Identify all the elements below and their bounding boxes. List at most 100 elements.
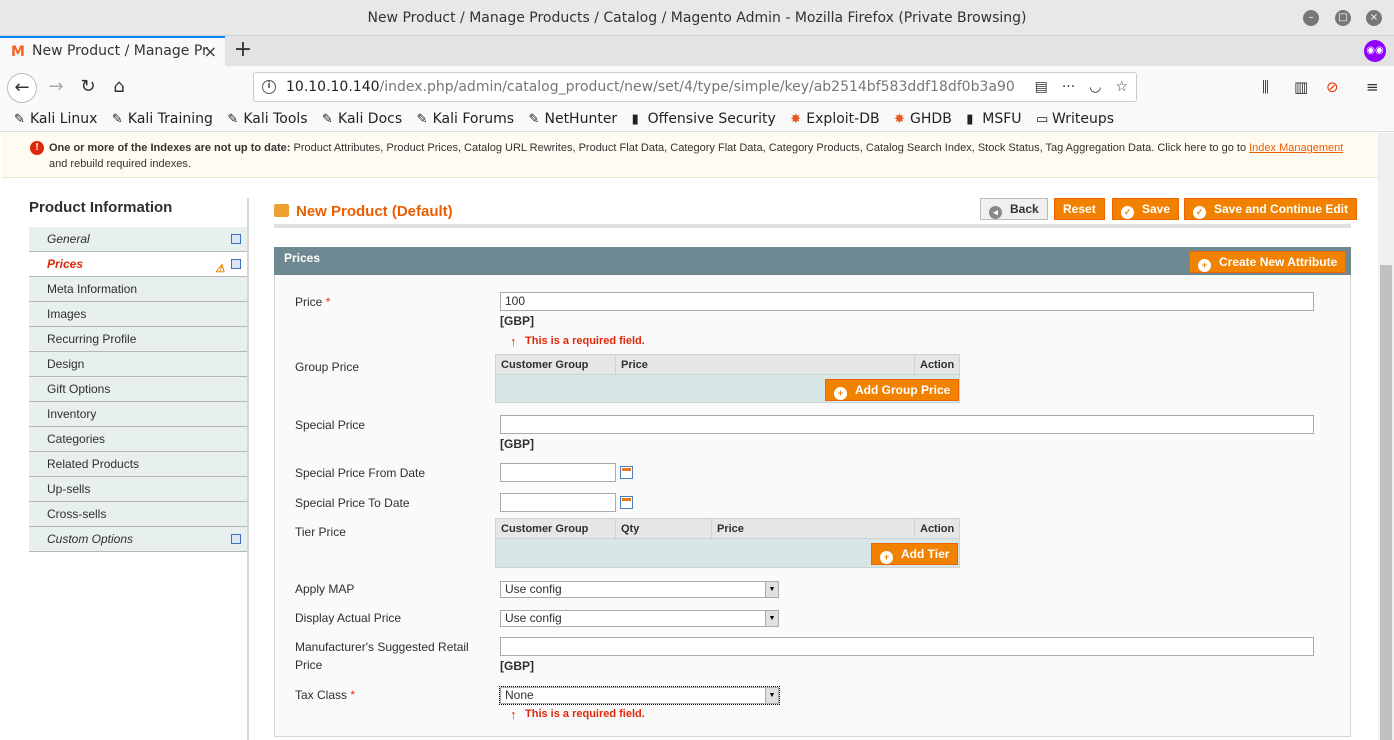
bookmark-kali-forums[interactable]: ✎ Kali Forums <box>417 108 514 131</box>
scrollbar-thumb[interactable] <box>1380 265 1392 740</box>
sidebar-item-inventory[interactable]: Inventory <box>29 402 249 427</box>
extension-icon[interactable]: ⊘ <box>1326 78 1339 96</box>
maximize-icon[interactable]: □ <box>1335 10 1351 26</box>
bookmark-exploit-db[interactable]: ✸ Exploit-DB <box>790 108 879 131</box>
bookmark-msfu[interactable]: ▮ MSFU <box>966 108 1021 131</box>
close-window-icon[interactable]: × <box>1366 10 1382 26</box>
sidebar-item-up-sells[interactable]: Up-sells <box>29 477 249 502</box>
back-button[interactable]: ◂ Back <box>980 198 1048 220</box>
bookmark-kali-training[interactable]: ✎ Kali Training <box>112 108 213 131</box>
kali-dragon-icon: ✎ <box>322 112 333 127</box>
sidebar-item-categories[interactable]: Categories <box>29 427 249 452</box>
browser-tab[interactable]: M New Product / Manage Pr × <box>0 36 225 66</box>
index-notice: ! One or more of the Indexes are not up … <box>2 133 1378 178</box>
msrp-input[interactable] <box>500 637 1314 656</box>
back-icon[interactable]: ← <box>7 73 37 103</box>
tier-price-label: Tier Price <box>295 525 346 539</box>
url-host: 10.10.10.140 <box>286 79 380 95</box>
msrp-label: Manufacturer's Suggested Retail Price <box>295 640 469 672</box>
bookmark-kali-tools[interactable]: ✎ Kali Tools <box>227 108 307 131</box>
error-icon: ! <box>30 141 44 155</box>
url-bar[interactable]: i 10.10.10.140/index.php/admin/catalog_p… <box>253 72 1137 102</box>
tax-class-select[interactable]: None ▼ <box>499 686 780 705</box>
special-to-label: Special Price To Date <box>295 496 410 510</box>
bookmark-ghdb[interactable]: ✸ GHDB <box>894 108 952 131</box>
tax-class-label: Tax Class * <box>295 688 356 702</box>
changed-icon <box>231 234 241 244</box>
sidebar-item-related-products[interactable]: Related Products <box>29 452 249 477</box>
reset-button[interactable]: Reset <box>1054 198 1105 220</box>
url-path: /index.php/admin/catalog_product/new/set… <box>379 79 1024 95</box>
create-attribute-button[interactable]: + Create New Attribute <box>1189 251 1347 273</box>
sidebar-item-design[interactable]: Design <box>29 352 249 377</box>
price-input[interactable]: 100 <box>500 292 1314 311</box>
changed-icon <box>231 534 241 544</box>
bookmark-star-icon[interactable]: ☆ <box>1115 79 1128 95</box>
bookmark-writeups[interactable]: ▭ Writeups <box>1036 108 1114 131</box>
sidebar-title: Product Information <box>29 199 173 216</box>
product-box-icon <box>274 204 289 217</box>
apply-map-select[interactable]: Use config ▼ <box>500 581 779 598</box>
forward-icon[interactable]: → <box>41 73 71 103</box>
sidebar-item-cross-sells[interactable]: Cross-sells <box>29 502 249 527</box>
kali-dragon-icon: ✎ <box>111 112 123 127</box>
arrow-up-icon: ↑ <box>510 707 517 722</box>
add-icon: + <box>880 551 893 564</box>
kali-dragon-icon: ✎ <box>14 112 25 127</box>
kali-dragon-icon: ✎ <box>528 112 540 127</box>
bookmark-offensive-security[interactable]: ▮ Offensive Security <box>632 108 776 131</box>
ghdb-icon: ✸ <box>894 112 905 127</box>
private-browsing-icon: ◉◉ <box>1364 40 1386 62</box>
special-from-input[interactable] <box>500 463 616 482</box>
group-price-label: Group Price <box>295 360 360 374</box>
minimize-icon[interactable]: – <box>1303 10 1319 26</box>
display-actual-price-select[interactable]: Use config ▼ <box>500 610 779 627</box>
changed-icon <box>231 259 241 269</box>
arrow-up-icon: ↑ <box>510 334 517 349</box>
check-icon: ✓ <box>1121 206 1134 219</box>
calendar-icon[interactable] <box>620 466 633 479</box>
folder-icon: ▭ <box>1035 112 1049 127</box>
msrp-currency: [GBP] <box>500 659 534 673</box>
sidebar-item-general[interactable]: General <box>29 227 249 252</box>
page-title: New Product (Default) <box>296 203 453 220</box>
kali-dragon-icon: ✎ <box>416 112 428 127</box>
sidebar-toggle-icon[interactable]: ▥ <box>1294 78 1308 96</box>
pocket-icon[interactable]: ◡ <box>1089 79 1101 95</box>
home-icon[interactable]: ⌂ <box>104 73 134 103</box>
special-price-input[interactable] <box>500 415 1314 434</box>
bookmark-nethunter[interactable]: ✎ NetHunter <box>528 108 617 131</box>
add-group-price-button[interactable]: + Add Group Price <box>825 379 960 401</box>
sidebar-item-images[interactable]: Images <box>29 302 249 327</box>
chevron-down-icon: ▼ <box>765 611 778 626</box>
magento-favicon-icon: M <box>11 44 25 60</box>
reader-view-icon[interactable]: ▤ <box>1035 79 1048 95</box>
sidebar-item-meta-information[interactable]: Meta Information <box>29 277 249 302</box>
sidebar-item-gift-options[interactable]: Gift Options <box>29 377 249 402</box>
close-tab-icon[interactable]: × <box>204 38 217 65</box>
apply-map-label: Apply MAP <box>295 582 355 596</box>
sidebar-item-prices[interactable]: Prices ⚠ <box>29 252 249 277</box>
check-icon: ✓ <box>1193 206 1206 219</box>
save-continue-button[interactable]: ✓ Save and Continue Edit <box>1184 198 1358 220</box>
bookmark-kali-linux[interactable]: ✎ Kali Linux <box>14 108 97 131</box>
save-button[interactable]: ✓ Save <box>1112 198 1180 220</box>
reload-icon[interactable]: ↻ <box>73 73 103 103</box>
calendar-icon[interactable] <box>620 496 633 509</box>
tax-class-required-msg: ↑ This is a required field. <box>510 707 645 722</box>
sidebar-item-recurring-profile[interactable]: Recurring Profile <box>29 327 249 352</box>
bookmark-kali-docs[interactable]: ✎ Kali Docs <box>322 108 402 131</box>
sidebar-item-custom-options[interactable]: Custom Options <box>29 527 249 552</box>
add-tier-button[interactable]: + Add Tier <box>871 543 959 565</box>
library-icon[interactable]: ⫼ <box>1262 78 1269 96</box>
bookmarks-toolbar: ✎ Kali Linux ✎ Kali Training ✎ Kali Tools ✎… <box>0 108 1394 132</box>
menu-icon[interactable]: ≡ <box>1366 78 1379 96</box>
offsec-icon: ▮ <box>631 112 639 127</box>
tab-strip: M New Product / Manage Pr × + ◉◉ <box>0 36 1394 66</box>
special-from-label: Special Price From Date <box>295 466 426 480</box>
new-tab-icon[interactable]: + <box>233 36 253 66</box>
index-management-link[interactable]: Index Management <box>1249 142 1343 154</box>
special-to-input[interactable] <box>500 493 616 512</box>
site-info-icon[interactable]: i <box>262 80 276 94</box>
page-actions-icon[interactable]: ··· <box>1062 79 1075 95</box>
